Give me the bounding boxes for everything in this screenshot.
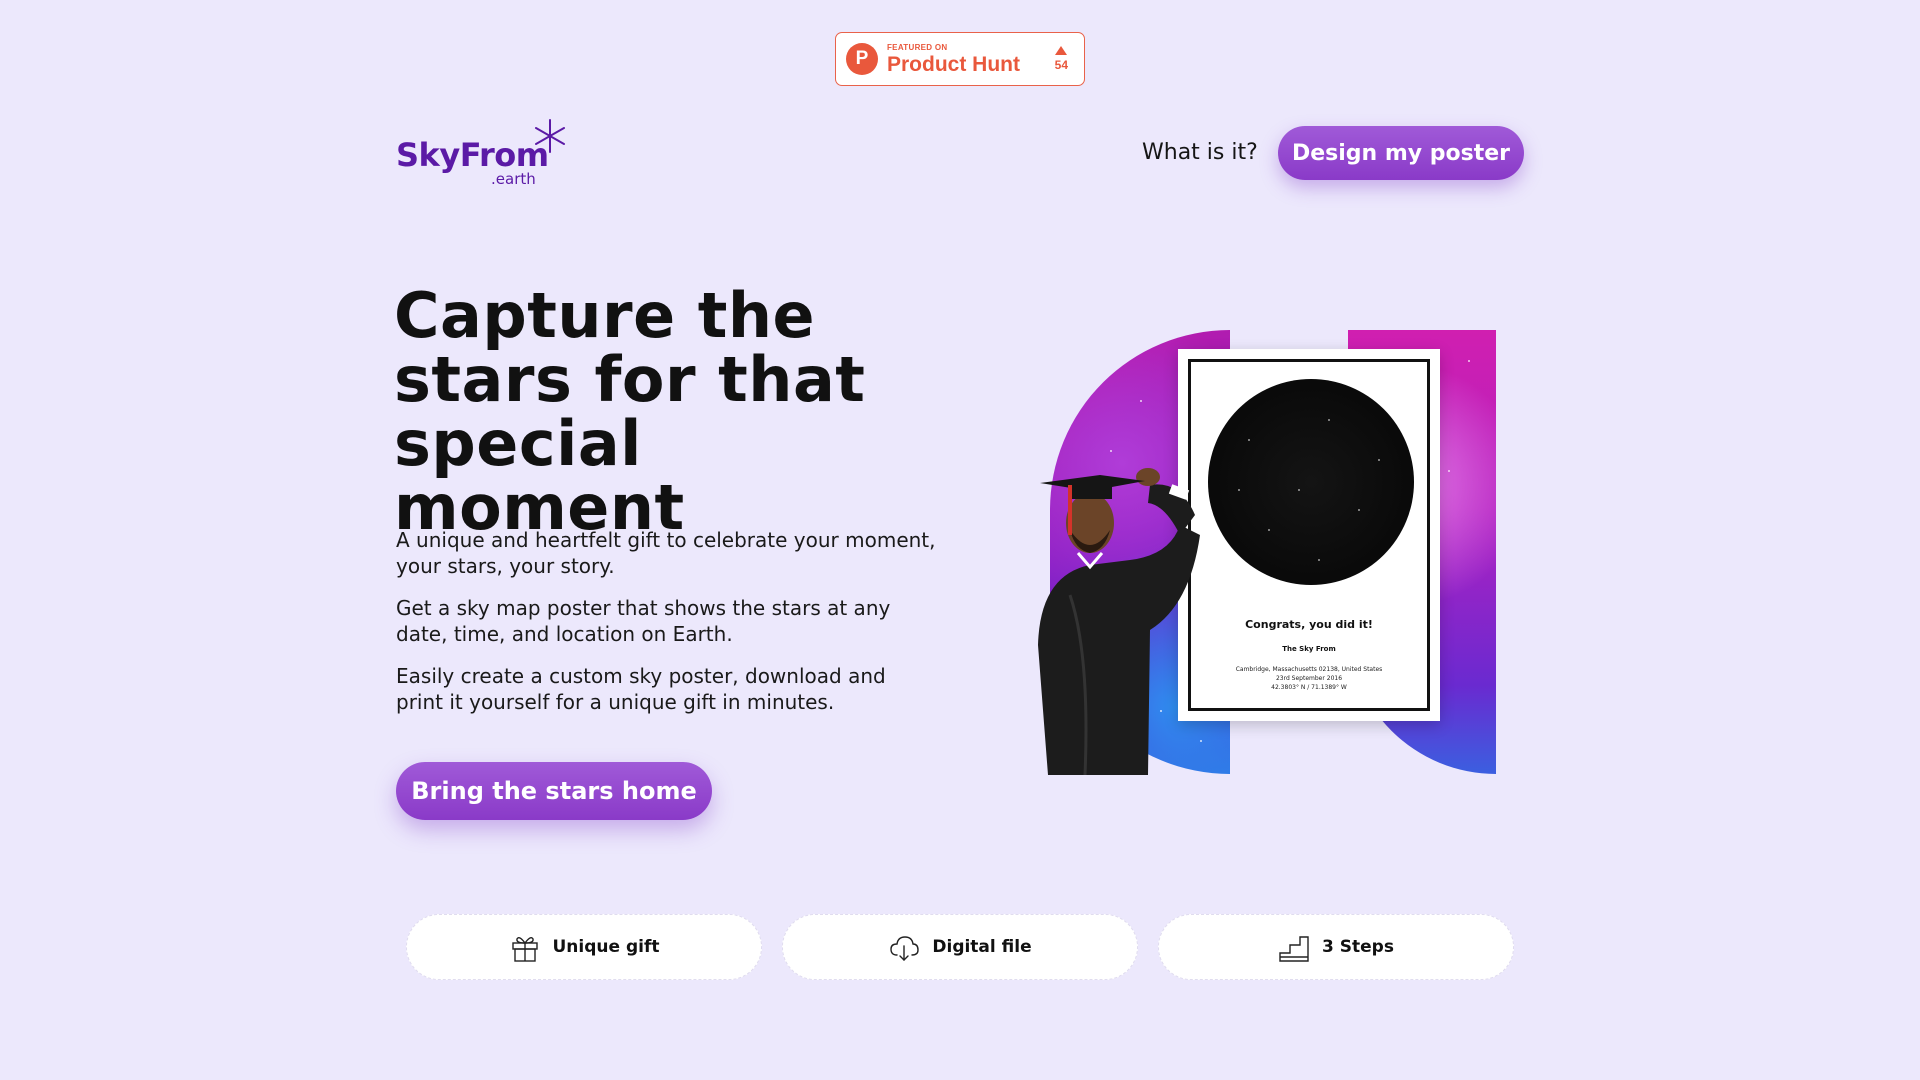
product-hunt-name: Product Hunt bbox=[887, 52, 1020, 76]
poster-star-map bbox=[1208, 379, 1414, 585]
hero-paragraph-3: Easily create a custom sky poster, downl… bbox=[396, 664, 886, 714]
poster-frame: Congrats, you did it! The Sky From Cambr… bbox=[1188, 359, 1430, 711]
poster-date: 23rd September 2016 bbox=[1275, 675, 1343, 682]
sky-map-poster: Congrats, you did it! The Sky From Cambr… bbox=[1178, 349, 1440, 721]
gift-icon bbox=[511, 936, 538, 962]
design-my-poster-button[interactable]: Design my poster bbox=[1278, 126, 1524, 180]
bring-the-stars-home-button[interactable]: Bring the stars home bbox=[396, 762, 712, 820]
product-hunt-logo-icon: P bbox=[846, 43, 878, 75]
poster-location: Cambridge, Massachusetts 02138, United S… bbox=[1235, 666, 1383, 673]
graduate-figure bbox=[1038, 468, 1200, 775]
hero-illustration: Congrats, you did it! The Sky From Cambr… bbox=[1030, 325, 1510, 775]
upvote-counter: 54 bbox=[1055, 46, 1068, 72]
feature-label: Digital file bbox=[932, 937, 1032, 957]
cloud-download-icon bbox=[890, 936, 920, 961]
feature-3-steps: 3 Steps bbox=[1158, 914, 1514, 980]
steps-icon bbox=[1279, 936, 1309, 962]
product-hunt-badge[interactable]: P FEATURED ON Product Hunt 54 bbox=[835, 32, 1085, 86]
feature-label: 3 Steps bbox=[1322, 937, 1394, 957]
page: P FEATURED ON Product Hunt 54 SkyFrom .e… bbox=[0, 0, 1920, 1080]
hero-title-line2: stars for that bbox=[394, 343, 866, 416]
poster-details: Cambridge, Massachusetts 02138, United S… bbox=[1191, 665, 1427, 692]
hero-title-line1: Capture the bbox=[394, 279, 816, 352]
logo-wordmark: SkyFrom bbox=[396, 136, 549, 174]
hero-paragraph-2: Get a sky map poster that shows the star… bbox=[396, 596, 891, 646]
site-logo[interactable]: SkyFrom .earth bbox=[396, 118, 576, 188]
feature-digital-file: Digital file bbox=[782, 914, 1138, 980]
hero-paragraph-1: A unique and heartfelt gift to celebrate… bbox=[396, 528, 936, 578]
upvote-count: 54 bbox=[1054, 58, 1068, 72]
feature-unique-gift: Unique gift bbox=[406, 914, 762, 980]
poster-message: Congrats, you did it! bbox=[1245, 618, 1373, 631]
nav-what-is-it[interactable]: What is it? bbox=[1142, 140, 1258, 165]
hero-title-line3: special moment bbox=[394, 407, 685, 544]
poster-title: The Sky From bbox=[1282, 645, 1336, 653]
feature-label: Unique gift bbox=[552, 937, 660, 957]
logo-star-icon bbox=[535, 119, 565, 153]
hero-title: Capture the stars for that special momen… bbox=[394, 284, 954, 540]
featured-on-label: FEATURED ON bbox=[887, 42, 948, 52]
product-hunt-text: FEATURED ON Product Hunt bbox=[887, 42, 1020, 76]
poster-coordinates: 42.3803° N / 71.1389° W bbox=[1271, 684, 1347, 691]
upvote-arrow-icon bbox=[1055, 46, 1068, 55]
logo-domain: .earth bbox=[491, 170, 536, 188]
